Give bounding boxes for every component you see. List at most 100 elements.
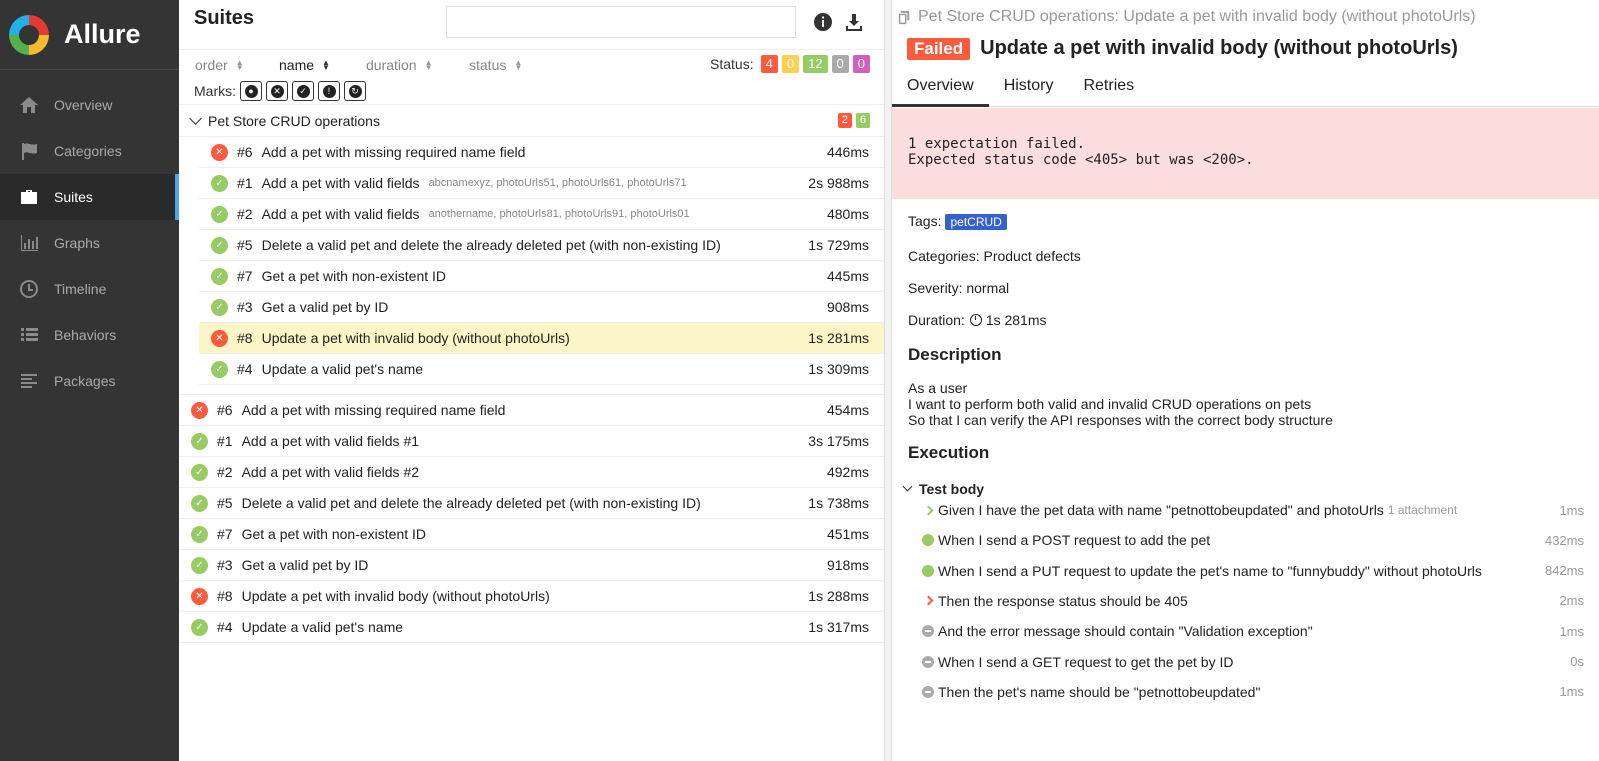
- status-count-broken[interactable]: 0: [781, 55, 800, 73]
- status-count-passed[interactable]: 12: [803, 55, 828, 73]
- test-name: Update a valid pet's name: [241, 619, 404, 635]
- tab-overview[interactable]: Overview: [892, 72, 989, 107]
- test-number: #3: [237, 299, 253, 315]
- home-icon: [18, 95, 40, 115]
- sidebar-item-packages[interactable]: Packages: [0, 358, 179, 404]
- test-row[interactable]: ✓ #7 Get a pet with non-existent ID 451ms: [179, 519, 884, 550]
- mark-new-passed-toggle[interactable]: ✓: [292, 81, 314, 101]
- step-attachments: 1 attachment: [1387, 503, 1458, 517]
- tab-history[interactable]: History: [989, 72, 1069, 107]
- brand[interactable]: Allure: [0, 0, 179, 70]
- download-icon[interactable]: [844, 12, 866, 34]
- test-number: #3: [217, 557, 233, 573]
- sort-arrows-icon: ▲ ▼: [514, 58, 523, 72]
- sort-status-label: status: [469, 57, 507, 73]
- severity-row: Severity: normal: [908, 280, 1010, 296]
- test-row[interactable]: ✓ #3 Get a valid pet by ID 918ms: [179, 550, 884, 581]
- test-name: Add a pet with valid fields #2: [241, 464, 420, 480]
- step-duration: 1ms: [1559, 502, 1584, 518]
- execution-step[interactable]: Then the pet's name should be "petnottob…: [922, 681, 1584, 703]
- test-row[interactable]: ✕ #6 Add a pet with missing required name …: [179, 395, 884, 426]
- status-count-skipped[interactable]: 0: [831, 55, 849, 73]
- top-level-rows: ✕ #6 Add a pet with missing required name …: [179, 395, 884, 643]
- mark-new-failed-toggle[interactable]: ✕: [266, 81, 288, 101]
- check-circle-icon: ✓: [211, 236, 228, 254]
- times-circle-icon: ✕: [211, 143, 228, 161]
- test-row[interactable]: ✓ #4 Update a valid pet's name 1s 317ms: [179, 612, 884, 643]
- check-circle-icon: [922, 534, 934, 547]
- info-icon[interactable]: [813, 12, 835, 34]
- sort-name[interactable]: name ▲ ▼: [279, 57, 330, 73]
- chevron-right-icon: [922, 504, 934, 516]
- sort-status[interactable]: status ▲ ▼: [469, 57, 522, 73]
- test-row[interactable]: ✕ #8 Update a pet with invalid body (witho…: [179, 581, 884, 612]
- test-row[interactable]: ✓ #2 Add a pet with valid fields #2 492ms: [179, 457, 884, 488]
- chevron-down-icon: [902, 481, 913, 492]
- sort-duration[interactable]: duration ▲ ▼: [366, 57, 433, 73]
- sort-order[interactable]: order ▲ ▼: [195, 57, 244, 73]
- test-row[interactable]: ✓ #1 Add a pet with valid fields #1 3s 175m…: [179, 426, 884, 457]
- status-count-unknown[interactable]: 0: [852, 55, 870, 73]
- test-name: Get a valid pet by ID: [261, 299, 389, 315]
- suite-group-header[interactable]: Pet Store CRUD operations 2 6: [179, 105, 884, 137]
- check-circle-icon: ✓: [191, 556, 208, 574]
- test-params: anothername, photoUrls81, photoUrls91, p…: [428, 208, 690, 220]
- suites-pane: Suites order ▲ ▼ name ▲ ▼ duration ▲ ▼ status ▲…: [179, 0, 885, 761]
- step-text: When I send a PUT request to update the …: [938, 562, 1482, 579]
- mark-retries-toggle[interactable]: ↻: [344, 81, 366, 101]
- test-body-toggle[interactable]: Test body: [902, 481, 984, 497]
- test-row[interactable]: ✓ #5 Delete a valid pet and delete the alr…: [179, 488, 884, 519]
- check-circle-icon: ✓: [211, 360, 228, 378]
- sidebar-item-label: Overview: [54, 97, 113, 113]
- sidebar: Allure Overview Categories Suites Graphs…: [0, 0, 179, 761]
- search-input[interactable]: [446, 6, 796, 38]
- execution-step[interactable]: When I send a PUT request to update the …: [922, 560, 1584, 582]
- test-duration: 1s 281ms: [808, 330, 869, 346]
- breadcrumb[interactable]: Pet Store CRUD operations: Update a pet …: [897, 8, 1476, 26]
- test-row[interactable]: ✓ #5 Delete a valid pet and delete the alr…: [199, 230, 884, 261]
- test-duration: 446ms: [826, 144, 869, 160]
- test-row[interactable]: ✓ #2 Add a pet with valid fields anothernam…: [199, 199, 884, 230]
- mark-new-broken-toggle[interactable]: !: [318, 81, 340, 101]
- mark-flaky-toggle[interactable]: ●: [240, 81, 262, 101]
- test-row[interactable]: ✕ #8 Update a pet with invalid body (witho…: [199, 323, 884, 354]
- execution-step[interactable]: Given I have the pet data with name "pet…: [922, 499, 1584, 521]
- sidebar-item-label: Timeline: [54, 281, 107, 297]
- test-title-row: Failed Update a pet with invalid body (w…: [907, 37, 1458, 60]
- sidebar-item-suites[interactable]: Suites: [0, 174, 179, 220]
- step-duration: 432ms: [1544, 532, 1584, 548]
- test-name: Delete a valid pet and delete the alread…: [261, 237, 721, 253]
- step-duration: 1ms: [1559, 684, 1584, 700]
- step-text: And the error message should contain "Va…: [938, 623, 1313, 640]
- tab-retries[interactable]: Retries: [1068, 72, 1149, 107]
- test-duration: 1s 309ms: [808, 361, 869, 377]
- test-row[interactable]: ✓ #7 Get a pet with non-existent ID 445ms: [199, 261, 884, 292]
- clock-icon: [18, 279, 40, 299]
- suite-group-rows: ✕ #6 Add a pet with missing required name …: [179, 137, 884, 385]
- sidebar-item-graphs[interactable]: Graphs: [0, 220, 179, 266]
- sidebar-item-categories[interactable]: Categories: [0, 128, 179, 174]
- allure-logo-icon: [9, 14, 49, 55]
- tags-label: Tags:: [908, 213, 942, 229]
- pane-resize-handle[interactable]: [885, 0, 892, 761]
- sidebar-item-timeline[interactable]: Timeline: [0, 266, 179, 312]
- sidebar-item-behaviors[interactable]: Behaviors: [0, 312, 179, 358]
- execution-step[interactable]: And the error message should contain "Va…: [922, 620, 1584, 642]
- step-duration: 1ms: [1559, 623, 1584, 639]
- marks-bar: Marks: ● ✕ ✓ ! ↻: [179, 78, 884, 105]
- tag-badge[interactable]: petCRUD: [945, 214, 1007, 230]
- sidebar-item-overview[interactable]: Overview: [0, 82, 179, 128]
- test-name: Add a pet with missing required name fie…: [261, 144, 526, 160]
- execution-step[interactable]: When I send a GET request to get the pet…: [922, 651, 1584, 673]
- test-row[interactable]: ✓ #3 Get a valid pet by ID 908ms: [199, 292, 884, 323]
- test-row[interactable]: ✓ #4 Update a valid pet's name 1s 309ms: [199, 354, 884, 385]
- test-name: Add a pet with missing required name fie…: [241, 402, 506, 418]
- execution-step[interactable]: When I send a POST request to add the pe…: [922, 529, 1584, 551]
- execution-step[interactable]: Then the response status should be 405 2m…: [922, 590, 1584, 612]
- check-circle-icon: ✓: [211, 298, 228, 316]
- minus-circle-icon: [922, 625, 934, 638]
- test-number: #1: [237, 175, 253, 191]
- test-row[interactable]: ✓ #1 Add a pet with valid fields abcnamexyz…: [199, 168, 884, 199]
- status-count-failed[interactable]: 4: [760, 55, 778, 73]
- test-row[interactable]: ✕ #6 Add a pet with missing required name …: [199, 137, 884, 168]
